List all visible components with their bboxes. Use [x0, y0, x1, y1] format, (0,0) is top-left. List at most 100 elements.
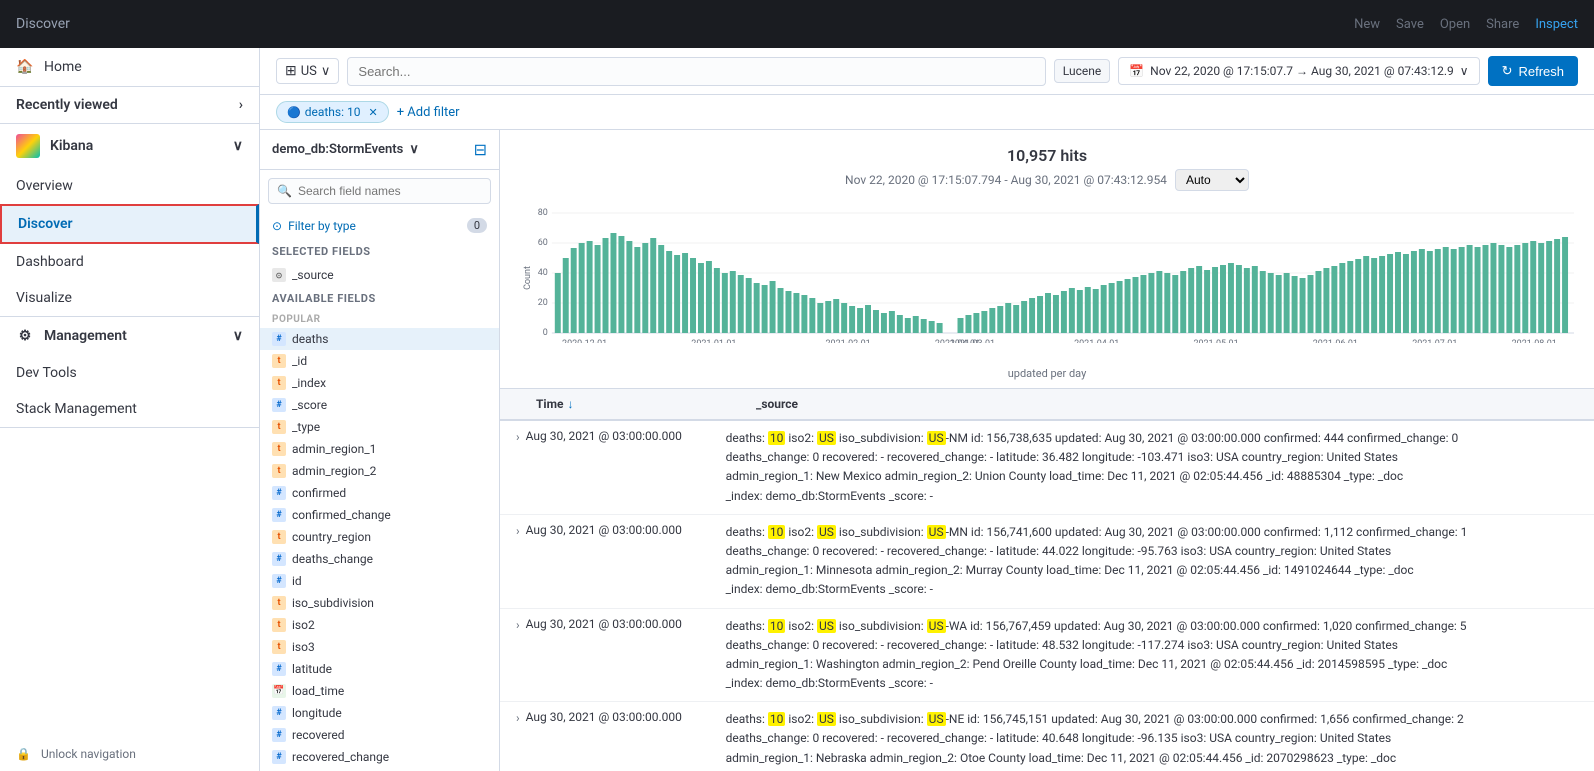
expand-row-1[interactable]: › [516, 429, 520, 444]
source-type-icon: ⊙ [272, 268, 286, 282]
save-button[interactable]: Save [1396, 17, 1424, 32]
svg-text:2021-06-01: 2021-06-01 [1313, 339, 1358, 343]
management-section-header[interactable]: ⚙ Management ∨ [0, 317, 259, 355]
results-area: 10,957 hits Nov 22, 2020 @ 17:15:07.794 … [500, 130, 1594, 771]
lock-icon: 🔒 [16, 747, 31, 761]
field-item-iso-sub[interactable]: t iso_subdivision [260, 592, 499, 614]
field-item-id2[interactable]: # id [260, 570, 499, 592]
field-item-admin1[interactable]: t admin_region_1 + [260, 438, 499, 460]
iso3-type-icon: t [272, 640, 286, 654]
field-item-confirmed[interactable]: # confirmed [260, 482, 499, 504]
field-item-iso2[interactable]: t iso2 [260, 614, 499, 636]
field-item-recovered[interactable]: # recovered [260, 724, 499, 746]
id-type-icon: t [272, 354, 286, 368]
filter-count-badge: 0 [467, 218, 487, 233]
iso-sub-type-icon: t [272, 596, 286, 610]
row-time-1: Aug 30, 2021 @ 03:00:00.000 [526, 429, 726, 443]
field-item-confirmed-change[interactable]: # confirmed_change [260, 504, 499, 526]
index-chevron-icon[interactable]: ∨ [409, 142, 419, 157]
field-item-score[interactable]: # _score [260, 394, 499, 416]
index-pattern-selector[interactable]: ⊞ US ∨ [276, 58, 339, 84]
filter-chip-remove[interactable]: ✕ [368, 106, 377, 119]
sidebar-item-home[interactable]: 🏠 Home [0, 48, 259, 86]
field-item-load-time[interactable]: 📅 load_time [260, 680, 499, 702]
sidebar-item-dashboard[interactable]: Dashboard [0, 244, 259, 280]
field-item-index[interactable]: t _index [260, 372, 499, 394]
deaths-type-icon: # [272, 332, 286, 346]
confirmed-change-field-name: confirmed_change [292, 508, 391, 522]
discover-label: Discover [18, 216, 73, 232]
hits-count: 10,957 hits [520, 146, 1574, 165]
sidebar-kibana-section: Kibana ∨ Overview Discover Dashboard Vis… [0, 124, 259, 317]
deaths-field-name: deaths [292, 332, 328, 346]
field-item-source[interactable]: ⊙ _source [260, 264, 499, 286]
table-row: › Aug 30, 2021 @ 03:00:00.000 deaths: 10… [500, 515, 1594, 609]
filter-by-type-row[interactable]: ⊙ Filter by type 0 [260, 212, 499, 239]
field-item-deaths[interactable]: # deaths [260, 328, 499, 350]
src-key: deaths: [726, 431, 768, 445]
add-filter-button[interactable]: + Add filter [397, 105, 460, 120]
row-source-4: deaths: 10 iso2: US iso_subdivision: US-… [726, 710, 1578, 771]
row-source-1: deaths: 10 iso2: US iso_subdivision: US-… [726, 429, 1578, 506]
refresh-button[interactable]: ↻ Refresh [1488, 56, 1578, 86]
admin2-field-name: admin_region_2 [292, 464, 376, 478]
content-area: ⊞ US ∨ Lucene 📅 Nov 22, 2020 @ 17:15:07.… [260, 48, 1594, 771]
index-grid-icon: ⊞ [285, 63, 297, 79]
field-item-recovered-change[interactable]: # recovered_change [260, 746, 499, 768]
row-time-2: Aug 30, 2021 @ 03:00:00.000 [526, 523, 726, 537]
discover-bar: ⊞ US ∨ Lucene 📅 Nov 22, 2020 @ 17:15:07.… [260, 48, 1594, 95]
columns-toggle-icon[interactable]: ⊟ [474, 140, 487, 159]
unlock-navigation-button[interactable]: 🔒 Unlock navigation [0, 737, 259, 771]
lucene-badge[interactable]: Lucene [1054, 59, 1110, 83]
field-item-iso3[interactable]: t iso3 [260, 636, 499, 658]
field-item-country[interactable]: t country_region [260, 526, 499, 548]
date-range-picker[interactable]: 📅 Nov 22, 2020 @ 17:15:07.7 → Aug 30, 20… [1118, 57, 1479, 85]
score-type-icon: # [272, 398, 286, 412]
sidebar-item-stack-management[interactable]: Stack Management [0, 391, 259, 427]
filter-chip-deaths[interactable]: 🔵 deaths: 10 ✕ [276, 101, 389, 123]
index-chevron-icon: ∨ [321, 64, 331, 79]
sidebar-item-overview[interactable]: Overview [0, 168, 259, 204]
field-item-deaths-change[interactable]: # deaths_change [260, 548, 499, 570]
visualize-label: Visualize [16, 290, 72, 306]
field-item-admin2[interactable]: t admin_region_2 [260, 460, 499, 482]
top-nav-actions: New Save Open Share Inspect [1354, 17, 1578, 32]
svg-text:2021-02-01: 2021-02-01 [826, 339, 871, 343]
interval-selector[interactable]: Auto Daily Weekly [1175, 169, 1249, 191]
inspect-button[interactable]: Inspect [1535, 17, 1578, 32]
field-item-type[interactable]: t _type [260, 416, 499, 438]
svg-text:2020-12-01: 2020-12-01 [562, 339, 607, 343]
dashboard-label: Dashboard [16, 254, 84, 270]
sidebar-item-dev-tools[interactable]: Dev Tools [0, 355, 259, 391]
new-button[interactable]: New [1354, 17, 1380, 32]
app-title: Discover [16, 16, 70, 32]
svg-text:2021-01-01: 2021-01-01 [691, 339, 736, 343]
expand-row-2[interactable]: › [516, 523, 520, 538]
share-button[interactable]: Share [1486, 17, 1519, 32]
recently-viewed-header[interactable]: Recently viewed › [0, 87, 259, 123]
expand-row-3[interactable]: › [516, 617, 520, 632]
sidebar-item-visualize[interactable]: Visualize [0, 280, 259, 316]
kibana-section-header[interactable]: Kibana ∨ [0, 124, 259, 168]
search-input[interactable] [347, 57, 1045, 86]
expand-row-4[interactable]: › [516, 710, 520, 725]
svg-text:60: 60 [538, 238, 548, 248]
table-row: › Aug 30, 2021 @ 03:00:00.000 deaths: 10… [500, 702, 1594, 771]
popular-fields-title: Popular [260, 311, 499, 328]
src-val: 10 [768, 431, 786, 445]
src-key: iso2: [788, 431, 817, 445]
country-type-icon: t [272, 530, 286, 544]
sidebar-home-section: 🏠 Home [0, 48, 259, 87]
search-fields-input[interactable] [298, 184, 482, 198]
sidebar: 🏠 Home Recently viewed › Kibana ∨ Overvi… [0, 48, 260, 771]
field-item-latitude[interactable]: # latitude [260, 658, 499, 680]
admin1-type-icon: t [272, 442, 286, 456]
sidebar-item-discover[interactable]: Discover [0, 204, 259, 244]
table-row: › Aug 30, 2021 @ 03:00:00.000 deaths: 10… [500, 421, 1594, 515]
chart-subtitle: Nov 22, 2020 @ 17:15:07.794 - Aug 30, 20… [520, 169, 1574, 191]
field-item-id[interactable]: t _id [260, 350, 499, 372]
discover-main: demo_db:StormEvents ∨ ⊟ 🔍 ⊙ Filter by ty… [260, 130, 1594, 771]
open-button[interactable]: Open [1440, 17, 1470, 32]
field-item-longitude[interactable]: # longitude [260, 702, 499, 724]
col-time-header[interactable]: Time ↓ [536, 397, 756, 411]
